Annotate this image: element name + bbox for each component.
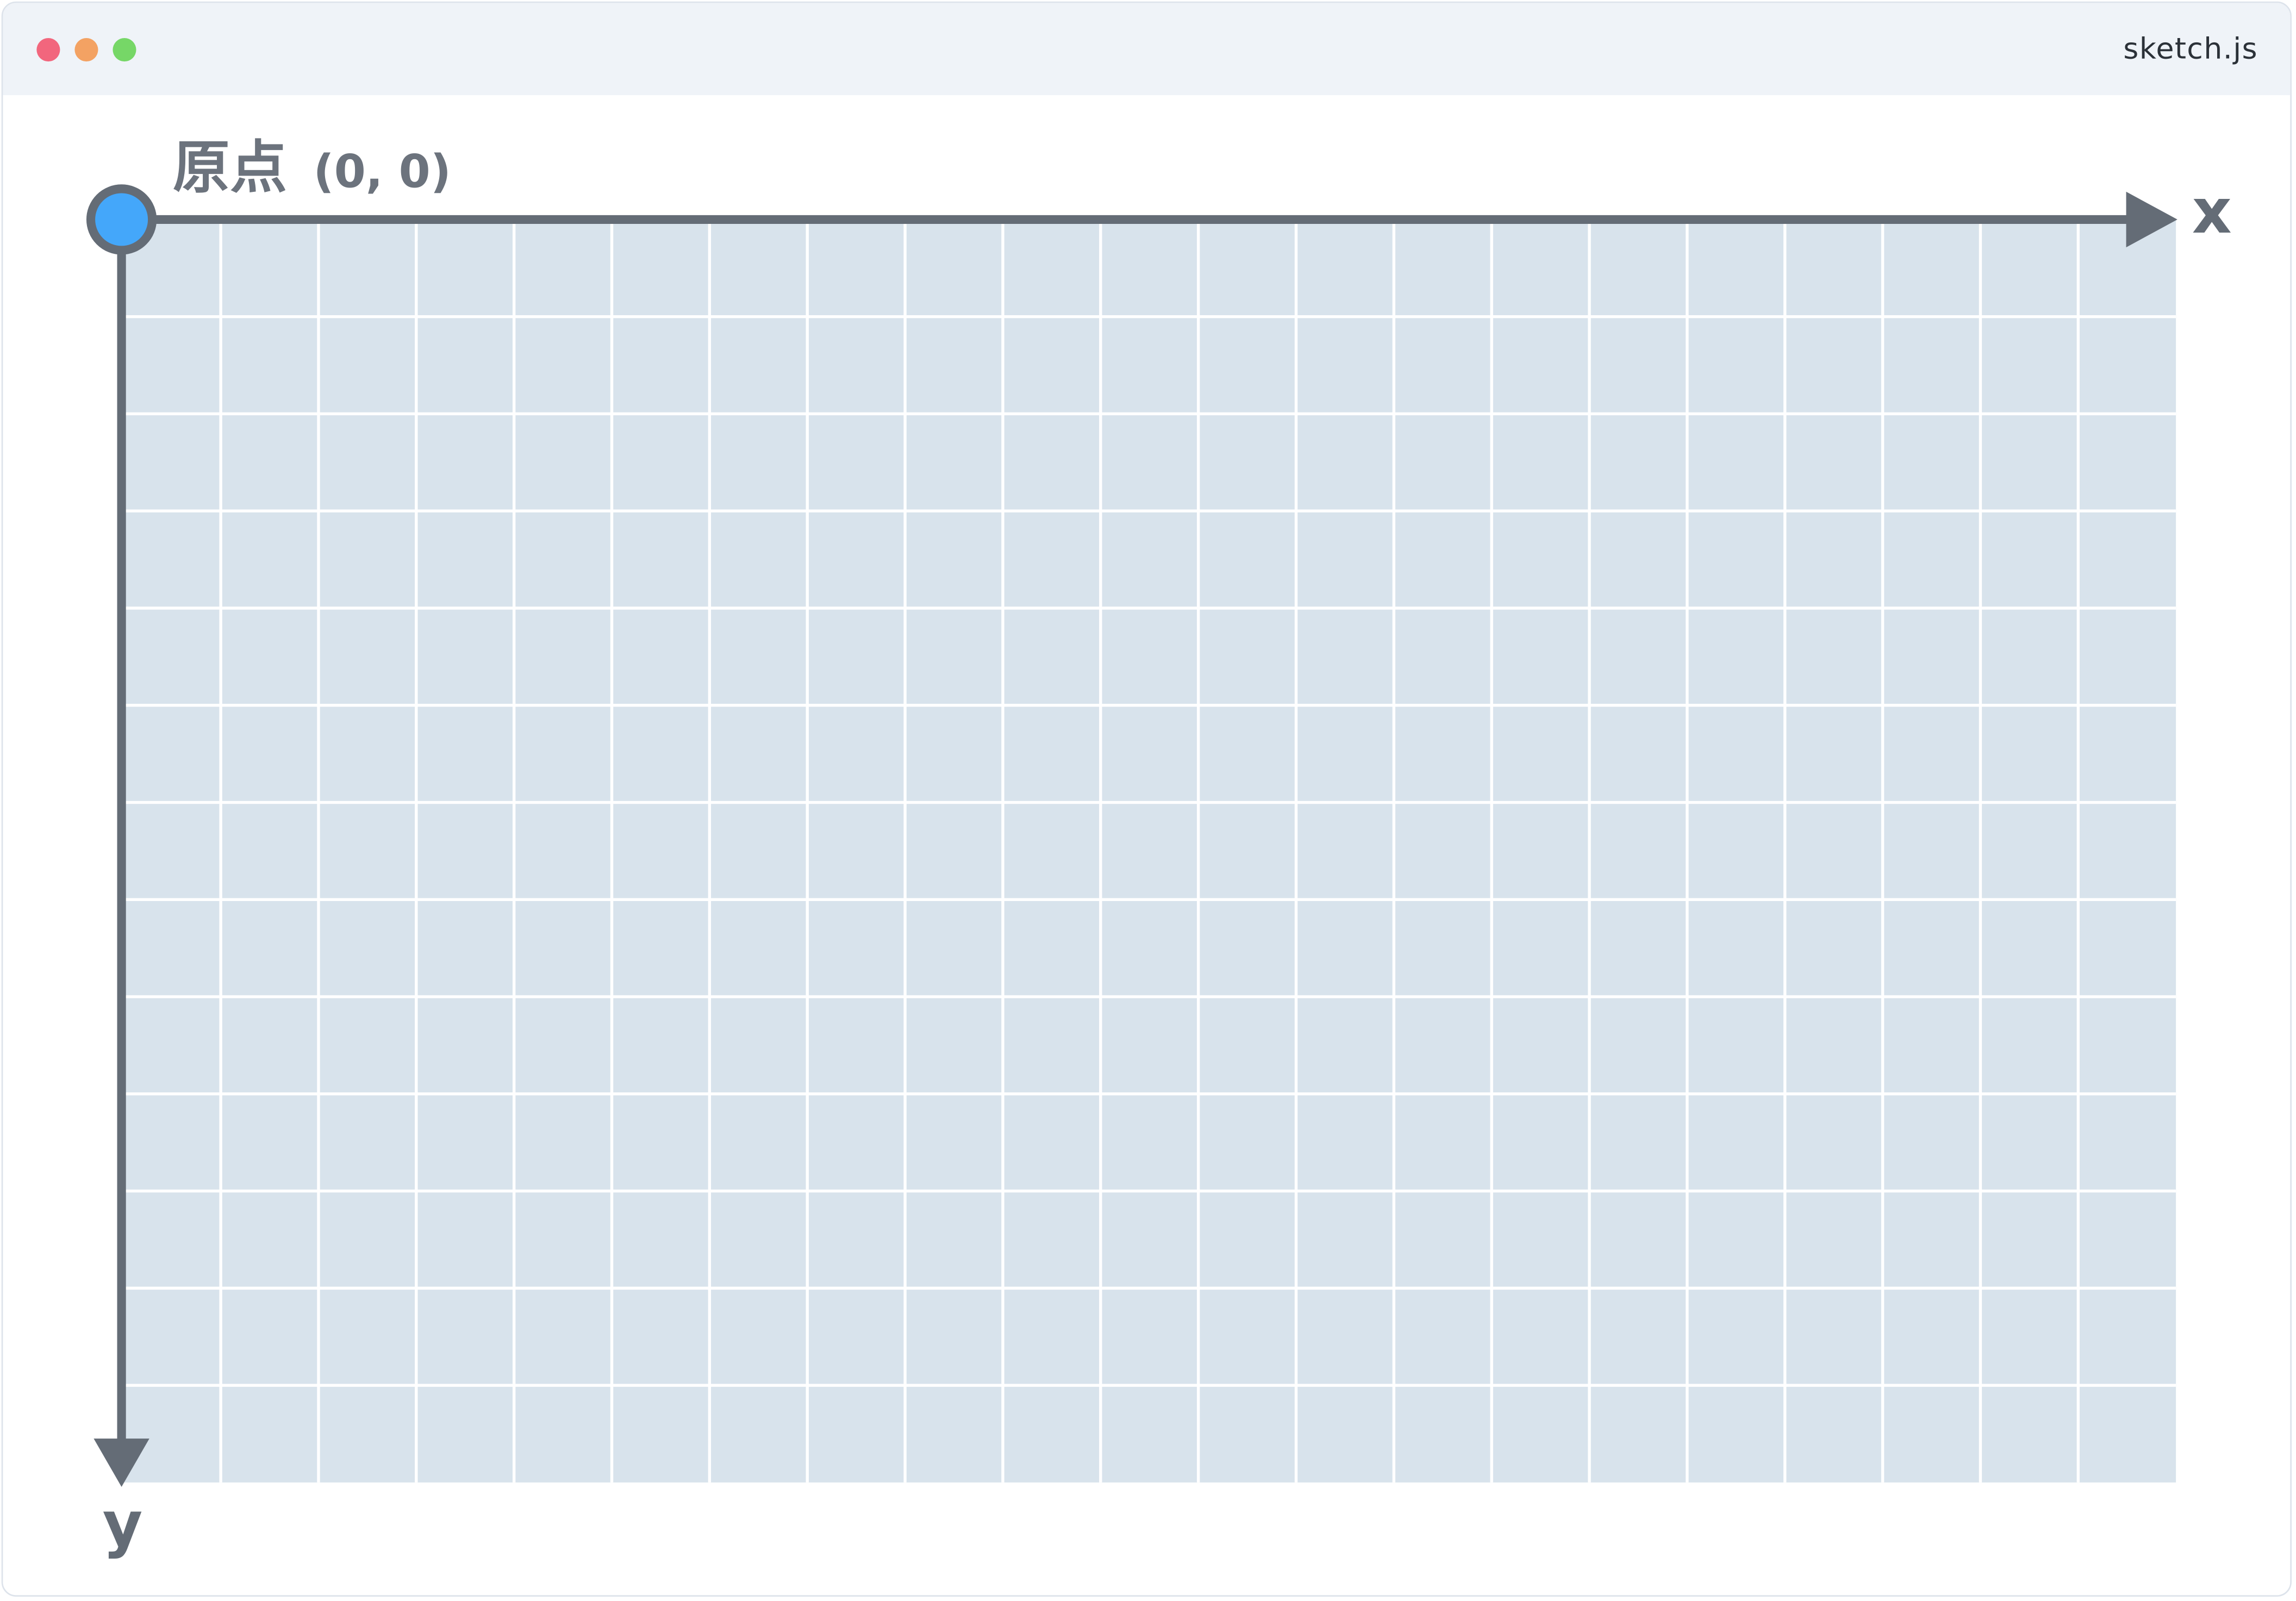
coordinate-diagram	[86, 184, 2178, 1487]
origin-label: 原点 (0, 0)	[173, 123, 451, 205]
grid-background	[123, 219, 2176, 1483]
figure-stage: sketch.js 原点 (0, 0) x y	[0, 0, 2296, 1601]
origin-coordinate-text: (0, 0)	[313, 146, 451, 199]
y-axis-label: y	[102, 1488, 143, 1560]
x-axis-label: x	[2192, 176, 2232, 248]
origin-label-text: 原点	[172, 136, 288, 202]
origin-point	[86, 184, 157, 255]
